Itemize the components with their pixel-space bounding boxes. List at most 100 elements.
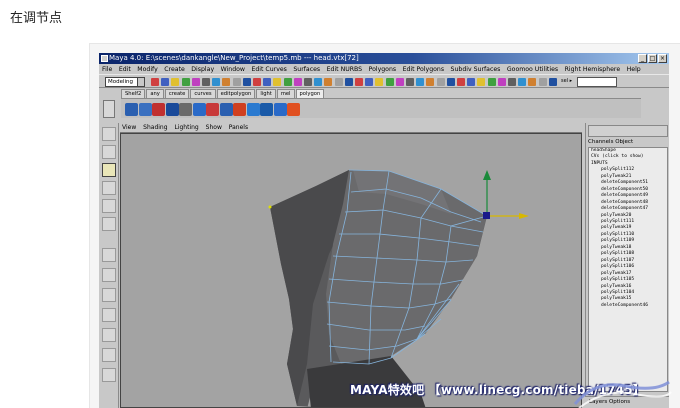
status-line-tool-icon[interactable] bbox=[191, 78, 200, 86]
shelf-tab-mel[interactable]: mel bbox=[276, 89, 295, 98]
shelf-tool-icon[interactable] bbox=[219, 103, 233, 116]
status-line-tool-icon[interactable] bbox=[365, 78, 374, 86]
panel-menu-show[interactable]: Show bbox=[206, 124, 222, 131]
menu-edit-curves[interactable]: Edit Curves bbox=[251, 66, 286, 73]
shelf-tab-shelf2[interactable]: Shelf2 bbox=[121, 89, 146, 98]
toolbox-tool-button[interactable] bbox=[102, 199, 116, 213]
status-line-tool-icon[interactable] bbox=[181, 78, 190, 86]
move-manipulator[interactable] bbox=[483, 170, 529, 219]
toolbox-tool-button[interactable] bbox=[102, 217, 116, 231]
shelf-tool-icon[interactable] bbox=[192, 103, 206, 116]
panel-menu-shading[interactable]: Shading bbox=[143, 124, 167, 131]
menu-set-select[interactable]: Modeling bbox=[105, 77, 145, 87]
status-line-tool-icon[interactable] bbox=[385, 78, 394, 86]
perspective-viewport[interactable] bbox=[120, 133, 582, 408]
shelf-tab-curves[interactable]: curves bbox=[190, 89, 216, 98]
status-line-tool-icon[interactable] bbox=[477, 78, 486, 86]
status-line-tool-icon[interactable] bbox=[416, 78, 425, 86]
status-line-tool-icon[interactable] bbox=[151, 78, 159, 86]
shelf-tool-icon[interactable] bbox=[233, 103, 246, 116]
status-line-tool-icon[interactable] bbox=[344, 78, 353, 86]
status-line-tool-icon[interactable] bbox=[355, 78, 363, 86]
status-line-tool-icon[interactable] bbox=[161, 78, 170, 86]
shelf-tool-icon[interactable] bbox=[152, 103, 165, 116]
panel-menu-panels[interactable]: Panels bbox=[229, 124, 248, 131]
status-line-tool-icon[interactable] bbox=[487, 78, 496, 86]
status-line-tool-icon[interactable] bbox=[324, 78, 333, 86]
close-button[interactable]: × bbox=[658, 54, 667, 63]
manip-x-arrow-icon[interactable] bbox=[519, 213, 529, 219]
menu-subdiv-surfaces[interactable]: Subdiv Surfaces bbox=[451, 66, 501, 73]
shelf-tab-any[interactable]: any bbox=[146, 89, 164, 98]
status-line-tool-icon[interactable] bbox=[253, 78, 261, 86]
status-line-tool-icon[interactable] bbox=[263, 78, 272, 86]
panel-menu-lighting[interactable]: Lighting bbox=[174, 124, 198, 131]
menu-edit-polygons[interactable]: Edit Polygons bbox=[403, 66, 444, 73]
status-line-tool-icon[interactable] bbox=[426, 78, 435, 86]
shelf-tool-icon[interactable] bbox=[246, 103, 260, 116]
status-line-tool-icon[interactable] bbox=[171, 78, 180, 86]
status-line-tool-icon[interactable] bbox=[548, 78, 557, 86]
shelf-tool-icon[interactable] bbox=[138, 103, 152, 116]
status-line-tool-icon[interactable] bbox=[446, 78, 455, 86]
shelf-tab-polygon[interactable]: polygon bbox=[295, 89, 325, 98]
selected-vertex[interactable] bbox=[483, 212, 490, 219]
shelf-tab-create[interactable]: create bbox=[164, 89, 190, 98]
cb-input-node[interactable]: deleteComponent46 bbox=[591, 303, 667, 309]
menu-edit-nurbs[interactable]: Edit NURBS bbox=[327, 66, 362, 73]
shelf-tool-icon[interactable] bbox=[165, 103, 179, 116]
channel-box-tabs[interactable]: Channels Object bbox=[588, 139, 633, 145]
toolbox-tool-button[interactable] bbox=[102, 127, 116, 141]
toolbox-tool-button[interactable] bbox=[102, 368, 116, 382]
menu-modify[interactable]: Modify bbox=[137, 66, 158, 73]
menu-create[interactable]: Create bbox=[164, 66, 185, 73]
status-line-tool-icon[interactable] bbox=[202, 78, 210, 86]
toolbox-tool-button[interactable] bbox=[102, 348, 116, 362]
menu-display[interactable]: Display bbox=[191, 66, 214, 73]
menu-file[interactable]: File bbox=[102, 66, 112, 73]
status-line-tool-icon[interactable] bbox=[467, 78, 476, 86]
menu-edit[interactable]: Edit bbox=[119, 66, 131, 73]
shelf-tool-icon[interactable] bbox=[179, 103, 192, 116]
toolbox-tool-button[interactable] bbox=[102, 163, 116, 177]
toolbox-tool-button[interactable] bbox=[102, 328, 116, 342]
status-line-tool-icon[interactable] bbox=[538, 78, 547, 86]
menu-polygons[interactable]: Polygons bbox=[369, 66, 397, 73]
status-line-tool-icon[interactable] bbox=[334, 78, 343, 86]
status-line-tool-icon[interactable] bbox=[222, 78, 231, 86]
status-line-tool-icon[interactable] bbox=[406, 78, 414, 86]
status-line-tool-icon[interactable] bbox=[283, 78, 292, 86]
shelf-tool-icon[interactable] bbox=[206, 103, 219, 116]
shelf-menu-button[interactable] bbox=[103, 100, 115, 118]
window-titlebar[interactable]: Maya 4.0: E:\scenes\dankangle\New_Projec… bbox=[99, 53, 669, 64]
shelf-tool-icon[interactable] bbox=[260, 103, 273, 116]
shelf-tab-editpolygon[interactable]: editpolygon bbox=[216, 89, 256, 98]
status-line-tool-icon[interactable] bbox=[293, 78, 302, 86]
panel-menu-view[interactable]: View bbox=[122, 124, 136, 131]
status-line-tool-icon[interactable] bbox=[304, 78, 312, 86]
toolbox-tool-button[interactable] bbox=[102, 248, 116, 262]
status-line-tool-icon[interactable] bbox=[314, 78, 323, 86]
menu-surfaces[interactable]: Surfaces bbox=[293, 66, 320, 73]
selection-input[interactable] bbox=[577, 77, 617, 87]
shelf-tab-light[interactable]: light bbox=[256, 89, 276, 98]
menu-right-hemisphere[interactable]: Right Hemisphere bbox=[565, 66, 621, 73]
shelf-tool-icon[interactable] bbox=[125, 103, 138, 116]
status-line-tool-icon[interactable] bbox=[528, 78, 537, 86]
status-line-tool-icon[interactable] bbox=[212, 78, 221, 86]
toolbox-tool-button[interactable] bbox=[102, 288, 116, 302]
status-line-tool-icon[interactable] bbox=[436, 78, 445, 86]
maximize-button[interactable]: □ bbox=[648, 54, 657, 63]
toolbox-tool-button[interactable] bbox=[102, 268, 116, 282]
status-line-tool-icon[interactable] bbox=[232, 78, 241, 86]
manip-y-arrow-icon[interactable] bbox=[483, 170, 491, 180]
status-line-tool-icon[interactable] bbox=[375, 78, 384, 86]
status-line-tool-icon[interactable] bbox=[273, 78, 282, 86]
status-line-tool-icon[interactable] bbox=[457, 78, 465, 86]
minimize-button[interactable]: _ bbox=[638, 54, 647, 63]
menu-window[interactable]: Window bbox=[221, 66, 245, 73]
shelf-tool-icon[interactable] bbox=[273, 103, 287, 116]
toolbox-tool-button[interactable] bbox=[102, 145, 116, 159]
toolbox-tool-button[interactable] bbox=[102, 308, 116, 322]
menu-help[interactable]: Help bbox=[627, 66, 641, 73]
